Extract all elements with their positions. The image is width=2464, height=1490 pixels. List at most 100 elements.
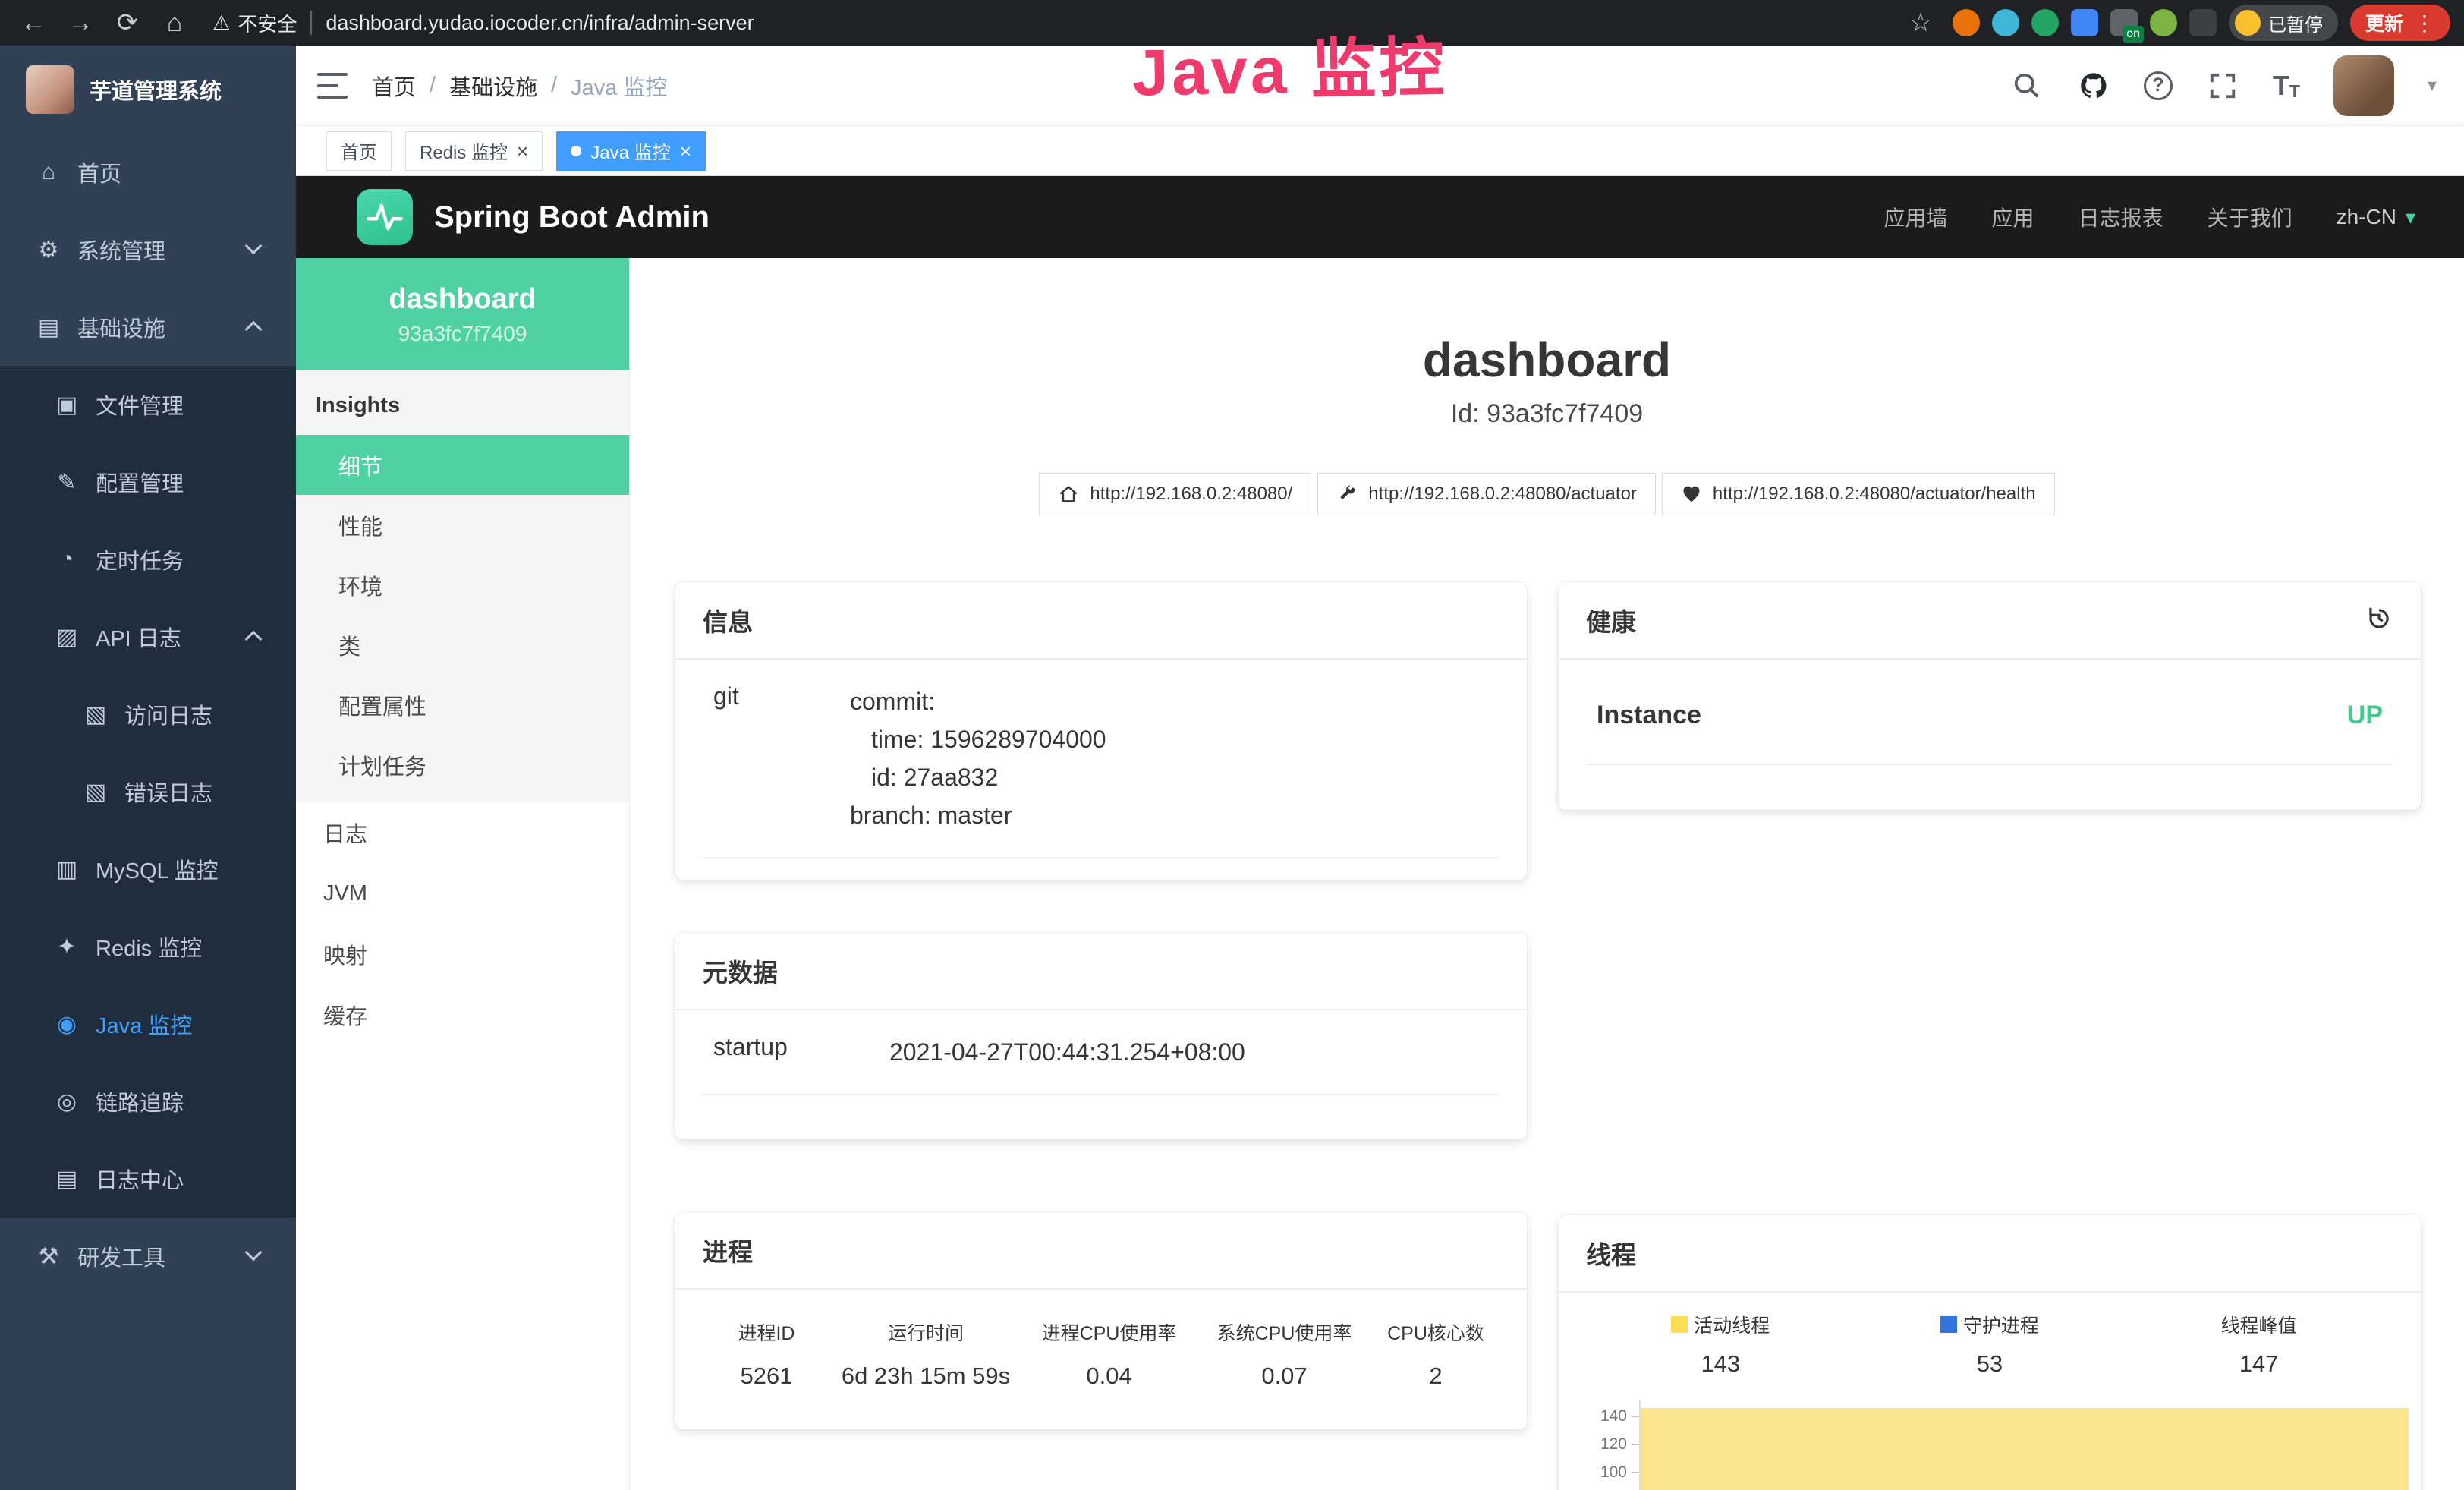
search-icon[interactable] — [2010, 69, 2044, 102]
history-icon[interactable] — [2365, 604, 2393, 637]
sidebar-item-mysql-monitor[interactable]: ▥ MySQL 监控 — [0, 830, 296, 908]
sba-nav-wallboard[interactable]: 应用墙 — [1884, 202, 1948, 232]
breadcrumb-infrastructure[interactable]: 基础设施 — [449, 70, 537, 102]
sba-menu-config-props[interactable]: 配置属性 — [296, 675, 629, 735]
font-small-glyph: T — [2289, 81, 2300, 102]
breadcrumb-current: Java 监控 — [571, 70, 667, 102]
extension-icon-green[interactable] — [2031, 9, 2059, 36]
instance-title: dashboard — [630, 331, 2464, 389]
sidebar-item-access-logs[interactable]: ▧ 访问日志 — [0, 676, 296, 753]
sba-menu-metrics[interactable]: 性能 — [296, 495, 629, 555]
browser-update-button[interactable]: 更新 ⋮ — [2350, 5, 2450, 41]
sidebar-item-tracing[interactable]: ◎ 链路追踪 — [0, 1063, 296, 1140]
extension-icon-puzzle[interactable] — [2189, 9, 2217, 36]
process-col-value: 5261 — [703, 1353, 830, 1399]
insights-section: Insights 细节 性能 环境 类 配置属性 计划任务 — [296, 370, 629, 802]
avatar[interactable] — [2333, 55, 2394, 116]
address-bar[interactable]: ⚠ 不安全 dashboard.yudao.iocoder.cn/infra/a… — [212, 9, 1893, 37]
health-url-link[interactable]: http://192.168.0.2:48080/actuator/health — [1662, 473, 2055, 515]
sba-menu-classes[interactable]: 类 — [296, 615, 629, 675]
sba-menu-caches[interactable]: 缓存 — [296, 984, 629, 1045]
sba-menu-jvm[interactable]: JVM — [296, 863, 629, 924]
back-icon[interactable]: ← — [14, 3, 53, 43]
heart-icon — [1681, 484, 1702, 505]
sidebar-item-api-logs[interactable]: ▨ API 日志 — [0, 598, 296, 676]
bookmark-star-icon[interactable]: ☆ — [1901, 3, 1940, 43]
process-col-header: 进程ID — [703, 1311, 830, 1353]
app-logo-row[interactable]: 芋道管理系统 — [0, 46, 296, 134]
avatar-caret-icon[interactable]: ▾ — [2428, 74, 2437, 96]
insights-section-label: Insights — [296, 370, 629, 435]
sba-sidebar: dashboard 93a3fc7f7409 Insights 细节 性能 环境… — [296, 258, 630, 1490]
reload-icon[interactable]: ⟳ — [108, 3, 147, 43]
tools-icon: ⚒ — [32, 1243, 65, 1270]
close-icon[interactable]: × — [680, 141, 691, 161]
sidebar-item-file-mgmt[interactable]: ▣ 文件管理 — [0, 366, 296, 443]
chevron-down-icon: ▾ — [2406, 206, 2415, 229]
app-header: 首页 / 基础设施 / Java 监控 ? — [296, 46, 2464, 126]
sba-menu-logs[interactable]: 日志 — [296, 802, 629, 863]
database-icon: ▥ — [50, 856, 83, 883]
extension-icon-grid[interactable] — [2071, 9, 2098, 36]
hamburger-icon[interactable] — [317, 73, 348, 99]
url-text[interactable]: dashboard.yudao.iocoder.cn/infra/admin-s… — [326, 11, 754, 35]
sba-nav-about[interactable]: 关于我们 — [2208, 202, 2292, 232]
legend-swatch-yellow — [1671, 1316, 1688, 1333]
sba-nav-applications[interactable]: 应用 — [1992, 202, 2034, 232]
extension-icon-switch[interactable]: on — [2110, 9, 2138, 36]
font-size-icon[interactable]: TT — [2273, 70, 2300, 102]
sba-menu-environment[interactable]: 环境 — [296, 555, 629, 615]
sba-header: Spring Boot Admin 应用墙 应用 日志报表 关于我们 zh-CN… — [296, 176, 2464, 258]
breadcrumb-home[interactable]: 首页 — [372, 70, 416, 102]
browser-menu-icon[interactable]: ⋮ — [2414, 11, 2435, 36]
extension-icon-teal[interactable] — [1992, 9, 2019, 36]
sba-locale-select[interactable]: zh-CN ▾ — [2337, 205, 2415, 229]
sidebar-item-system-mgmt[interactable]: ⚙ 系统管理 — [0, 211, 296, 288]
tab-redis-monitor[interactable]: Redis 监控 × — [405, 131, 543, 171]
sba-menu-details[interactable]: 细节 — [296, 435, 629, 495]
github-icon[interactable] — [2077, 69, 2110, 102]
paused-label: 已暂停 — [2268, 10, 2323, 36]
sba-instance-box[interactable]: dashboard 93a3fc7f7409 — [296, 258, 629, 370]
redis-icon: ✦ — [50, 934, 83, 960]
sidebar-item-infrastructure[interactable]: ▤ 基础设施 — [0, 288, 296, 366]
live-threads-area — [1641, 1408, 2409, 1490]
sidebar-item-log-center[interactable]: ▤ 日志中心 — [0, 1140, 296, 1218]
sidebar-label: 系统管理 — [77, 234, 165, 266]
sidebar-item-config-mgmt[interactable]: ✎ 配置管理 — [0, 443, 296, 521]
security-warning-icon[interactable]: ⚠ — [212, 11, 230, 35]
instance-subtitle: Id: 93a3fc7f7409 — [630, 399, 2464, 429]
actuator-url-link[interactable]: http://192.168.0.2:48080/actuator — [1317, 473, 1656, 515]
extension-icon-leaf[interactable] — [2150, 9, 2177, 36]
sidebar-item-java-monitor[interactable]: ◉ Java 监控 — [0, 985, 296, 1063]
browser-home-icon[interactable]: ⌂ — [155, 3, 194, 43]
extension-icon-orange[interactable] — [1953, 9, 1980, 36]
sidebar-item-error-logs[interactable]: ▧ 错误日志 — [0, 753, 296, 830]
fullscreen-icon[interactable] — [2206, 69, 2239, 102]
on-badge: on — [2123, 26, 2144, 43]
close-icon[interactable]: × — [517, 141, 528, 161]
sba-menu-mappings[interactable]: 映射 — [296, 924, 629, 984]
sba-logo-icon[interactable] — [357, 189, 413, 245]
sidebar-item-dev-tools[interactable]: ⚒ 研发工具 — [0, 1218, 296, 1295]
sba-brand-title[interactable]: Spring Boot Admin — [434, 200, 710, 235]
tab-label: Java 监控 — [590, 137, 670, 164]
service-url-link[interactable]: http://192.168.0.2:48080/ — [1039, 473, 1311, 515]
sidebar-label: 基础设施 — [77, 311, 165, 343]
instance-name: dashboard — [389, 283, 536, 316]
git-info-row: git commit: time: 1596289704000 id: 27aa… — [703, 660, 1499, 858]
paused-extension-pill[interactable]: 已暂停 — [2229, 5, 2338, 41]
sidebar-item-scheduled-tasks[interactable]: ◔ 定时任务 — [0, 521, 296, 598]
tab-java-monitor[interactable]: Java 监控 × — [556, 131, 706, 171]
sidebar-item-home[interactable]: ⌂ 首页 — [0, 134, 296, 211]
tab-home[interactable]: 首页 — [326, 131, 392, 171]
process-col-value: 0.07 — [1197, 1353, 1372, 1399]
sidebar-item-redis-monitor[interactable]: ✦ Redis 监控 — [0, 908, 296, 985]
sidebar-label: 配置管理 — [96, 466, 184, 498]
sba-menu-scheduled-tasks[interactable]: 计划任务 — [296, 735, 629, 795]
forward-icon[interactable]: → — [61, 3, 100, 43]
sba-nav-journal[interactable]: 日志报表 — [2079, 202, 2163, 232]
help-icon[interactable]: ? — [2144, 71, 2173, 100]
legend-peak-threads: 线程峰值 147 — [2124, 1311, 2393, 1378]
breadcrumb: 首页 / 基础设施 / Java 监控 — [372, 70, 667, 102]
